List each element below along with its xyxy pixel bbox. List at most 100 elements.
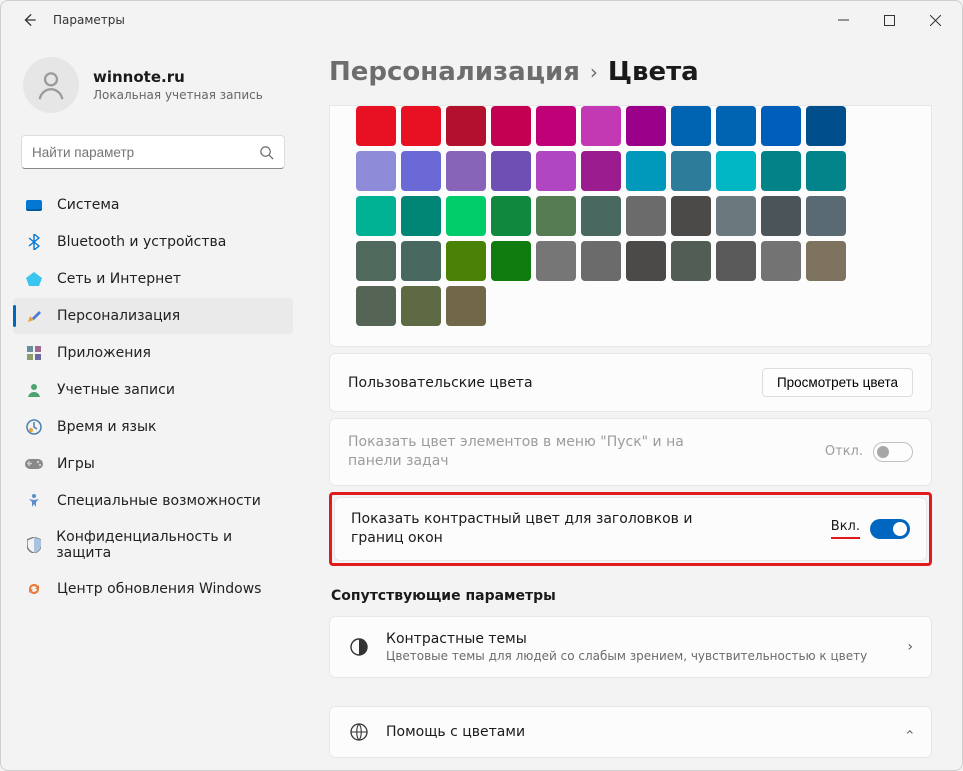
- color-swatch[interactable]: [761, 196, 801, 236]
- person-icon: [34, 68, 68, 102]
- search-box[interactable]: [21, 135, 285, 169]
- breadcrumb-parent[interactable]: Персонализация: [329, 57, 580, 87]
- color-swatch[interactable]: [446, 241, 486, 281]
- search-input[interactable]: [32, 145, 259, 160]
- minimize-icon: [838, 15, 849, 26]
- bluetooth-icon: [25, 233, 43, 251]
- color-swatch[interactable]: [716, 106, 756, 146]
- sidebar: winnote.ru Локальная учетная запись Сист…: [1, 39, 301, 770]
- breadcrumb: Персонализация › Цвета: [329, 57, 932, 87]
- color-swatch[interactable]: [536, 106, 576, 146]
- close-icon: [930, 15, 941, 26]
- color-swatch[interactable]: [401, 286, 441, 326]
- color-swatch[interactable]: [356, 196, 396, 236]
- color-swatch[interactable]: [806, 196, 846, 236]
- title-color-toggle[interactable]: [870, 519, 910, 539]
- help-colors-link[interactable]: Помощь с цветами ›: [329, 706, 932, 758]
- color-swatch[interactable]: [716, 151, 756, 191]
- color-swatch[interactable]: [491, 241, 531, 281]
- color-swatch[interactable]: [626, 151, 666, 191]
- sidebar-item-network[interactable]: Сеть и Интернет: [13, 261, 293, 297]
- color-swatch[interactable]: [581, 241, 621, 281]
- color-swatch[interactable]: [356, 151, 396, 191]
- color-swatch[interactable]: [356, 286, 396, 326]
- minimize-button[interactable]: [820, 4, 866, 36]
- sidebar-item-label: Сеть и Интернет: [57, 271, 181, 287]
- color-swatch[interactable]: [716, 196, 756, 236]
- titlebar: Параметры: [1, 1, 962, 39]
- start-color-state: Откл.: [825, 444, 863, 459]
- sidebar-item-label: Конфиденциальность и защита: [56, 529, 281, 561]
- highlighted-setting: Показать контрастный цвет для заголовков…: [329, 492, 932, 566]
- arrow-left-icon: [22, 13, 36, 27]
- sidebar-item-label: Система: [57, 197, 119, 213]
- color-swatch[interactable]: [671, 106, 711, 146]
- sidebar-item-personalization[interactable]: Персонализация: [13, 298, 293, 334]
- color-swatch[interactable]: [581, 196, 621, 236]
- color-swatch[interactable]: [401, 151, 441, 191]
- sidebar-item-label: Приложения: [57, 345, 151, 361]
- accent-color-panel: [329, 105, 932, 347]
- sidebar-item-time[interactable]: Время и язык: [13, 409, 293, 445]
- color-swatch[interactable]: [806, 151, 846, 191]
- personalization-icon: [25, 307, 43, 325]
- sidebar-item-accounts[interactable]: Учетные записи: [13, 372, 293, 408]
- color-swatch[interactable]: [761, 106, 801, 146]
- color-swatch[interactable]: [491, 106, 531, 146]
- color-swatch[interactable]: [446, 286, 486, 326]
- title-color-label: Показать контрастный цвет для заголовков…: [351, 510, 711, 548]
- color-swatch[interactable]: [671, 196, 711, 236]
- color-swatch[interactable]: [626, 241, 666, 281]
- color-swatch[interactable]: [446, 151, 486, 191]
- color-swatch[interactable]: [356, 241, 396, 281]
- sidebar-item-accessibility[interactable]: Специальные возможности: [13, 483, 293, 519]
- avatar: [23, 57, 79, 113]
- color-swatch[interactable]: [671, 241, 711, 281]
- start-color-label: Показать цвет элементов в меню "Пуск" и …: [348, 433, 708, 471]
- sidebar-item-bluetooth[interactable]: Bluetooth и устройства: [13, 224, 293, 260]
- color-swatch[interactable]: [581, 106, 621, 146]
- maximize-icon: [884, 15, 895, 26]
- close-button[interactable]: [912, 4, 958, 36]
- sidebar-item-label: Специальные возможности: [57, 493, 261, 509]
- color-swatch[interactable]: [761, 151, 801, 191]
- title-color-setting: Показать контрастный цвет для заголовков…: [334, 497, 927, 561]
- color-swatch[interactable]: [761, 241, 801, 281]
- color-swatch[interactable]: [536, 196, 576, 236]
- color-swatch[interactable]: [626, 196, 666, 236]
- sidebar-item-privacy[interactable]: Конфиденциальность и защита: [13, 520, 293, 570]
- sidebar-item-update[interactable]: Центр обновления Windows: [13, 571, 293, 607]
- color-swatch[interactable]: [446, 106, 486, 146]
- view-colors-button[interactable]: Просмотреть цвета: [762, 368, 913, 397]
- user-block[interactable]: winnote.ru Локальная учетная запись: [13, 49, 293, 131]
- color-swatch[interactable]: [716, 241, 756, 281]
- sidebar-item-apps[interactable]: Приложения: [13, 335, 293, 371]
- color-swatch[interactable]: [671, 151, 711, 191]
- color-swatch[interactable]: [401, 196, 441, 236]
- maximize-button[interactable]: [866, 4, 912, 36]
- color-swatch[interactable]: [491, 151, 531, 191]
- user-name: winnote.ru: [93, 68, 263, 86]
- sidebar-item-system[interactable]: Система: [13, 187, 293, 223]
- sidebar-nav: Система Bluetooth и устройства Сеть и Инте…: [13, 187, 293, 607]
- contrast-themes-link[interactable]: Контрастные темы Цветовые темы для людей…: [329, 616, 932, 678]
- privacy-icon: [25, 536, 42, 554]
- color-swatch[interactable]: [581, 151, 621, 191]
- color-swatch[interactable]: [536, 241, 576, 281]
- color-swatch[interactable]: [356, 106, 396, 146]
- color-swatch[interactable]: [401, 241, 441, 281]
- start-color-setting: Показать цвет элементов в меню "Пуск" и …: [329, 418, 932, 486]
- color-palette: [356, 106, 905, 326]
- sidebar-item-label: Bluetooth и устройства: [57, 234, 226, 250]
- color-swatch[interactable]: [626, 106, 666, 146]
- back-button[interactable]: [15, 6, 43, 34]
- color-swatch[interactable]: [806, 106, 846, 146]
- sidebar-item-label: Учетные записи: [57, 382, 175, 398]
- color-swatch[interactable]: [491, 196, 531, 236]
- custom-colors-label: Пользовательские цвета: [348, 375, 533, 391]
- color-swatch[interactable]: [806, 241, 846, 281]
- color-swatch[interactable]: [536, 151, 576, 191]
- sidebar-item-gaming[interactable]: Игры: [13, 446, 293, 482]
- color-swatch[interactable]: [401, 106, 441, 146]
- color-swatch[interactable]: [446, 196, 486, 236]
